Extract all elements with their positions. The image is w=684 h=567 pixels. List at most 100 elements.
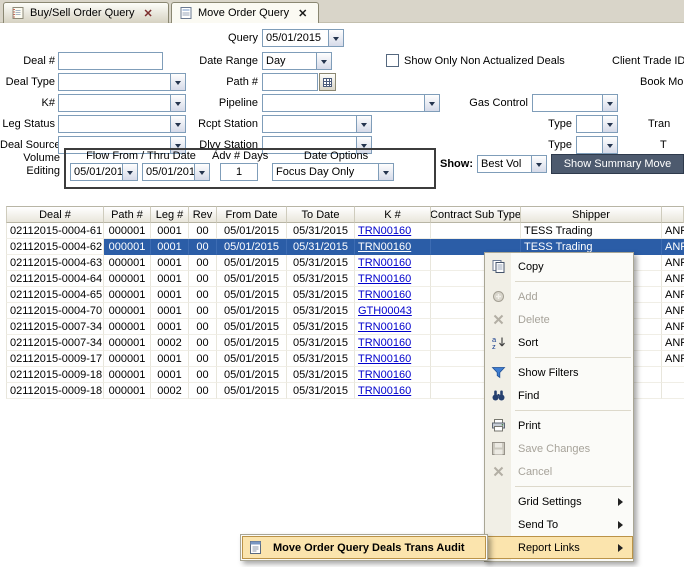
dropdown-arrow-icon[interactable]	[602, 137, 617, 153]
cell-rev[interactable]: 00	[189, 303, 217, 319]
leg-status-select[interactable]	[58, 115, 186, 133]
dlvy-type-select[interactable]	[576, 136, 618, 154]
cell-from[interactable]: 05/01/2015	[217, 287, 287, 303]
cell-rev[interactable]: 00	[189, 239, 217, 255]
cell-rev[interactable]: 00	[189, 383, 217, 399]
deal-type-select[interactable]	[58, 73, 186, 91]
cell-from[interactable]: 05/01/2015	[217, 223, 287, 239]
dropdown-arrow-icon[interactable]	[328, 30, 343, 46]
cell-last[interactable]: ANR	[662, 255, 684, 271]
menu-item-add[interactable]: Add	[485, 285, 633, 308]
cell-to[interactable]: 05/31/2015	[287, 319, 355, 335]
cell-last[interactable]: ANR	[662, 319, 684, 335]
show-only-non-actualized-checkbox[interactable]	[386, 54, 399, 67]
dropdown-arrow-icon[interactable]	[602, 95, 617, 111]
pipeline-select[interactable]	[262, 94, 440, 112]
dropdown-arrow-icon[interactable]	[356, 116, 371, 132]
submenu-item-move-order-query-deals-trans-audit[interactable]: Move Order Query Deals Trans Audit	[242, 536, 486, 559]
column-header-k[interactable]: K #	[355, 206, 431, 223]
cell-path[interactable]: 000001	[104, 319, 151, 335]
cell-rev[interactable]: 00	[189, 319, 217, 335]
column-header-to-date[interactable]: To Date	[287, 206, 355, 223]
dropdown-arrow-icon[interactable]	[194, 164, 209, 180]
cell-deal[interactable]: 02112015-0009-18	[6, 367, 104, 383]
date-range-select[interactable]: Day	[262, 52, 332, 70]
cell-k[interactable]: TRN00160	[355, 255, 431, 271]
menu-item-find[interactable]: Find	[485, 384, 633, 407]
cell-deal[interactable]: 02112015-0004-61	[6, 223, 104, 239]
cell-last[interactable]: ANR	[662, 223, 684, 239]
cell-deal[interactable]: 02112015-0004-62	[6, 239, 104, 255]
menu-item-print[interactable]: Print	[485, 414, 633, 437]
grid-row[interactable]: 02112015-0004-6100000100010005/01/201505…	[6, 223, 684, 239]
cell-last[interactable]: ANR	[662, 271, 684, 287]
show-summary-move-button[interactable]: Show Summary Move	[551, 154, 684, 174]
cell-rev[interactable]: 00	[189, 287, 217, 303]
cell-deal[interactable]: 02112015-0007-34	[6, 335, 104, 351]
menu-item-show-filters[interactable]: Show Filters	[485, 361, 633, 384]
cell-leg[interactable]: 0002	[151, 383, 189, 399]
cell-deal[interactable]: 02112015-0004-70	[6, 303, 104, 319]
flow-thru-date-select[interactable]: 05/01/2015	[142, 163, 210, 181]
cell-rev[interactable]: 00	[189, 223, 217, 239]
cell-to[interactable]: 05/31/2015	[287, 351, 355, 367]
cell-leg[interactable]: 0001	[151, 239, 189, 255]
column-header-path[interactable]: Path #	[104, 206, 151, 223]
cell-k[interactable]: TRN00160	[355, 367, 431, 383]
cell-k[interactable]: TRN00160	[355, 287, 431, 303]
column-header-contract-sub-type[interactable]: Contract Sub Type	[431, 206, 521, 223]
dropdown-arrow-icon[interactable]	[531, 156, 546, 172]
cell-sub[interactable]	[431, 223, 521, 239]
dropdown-arrow-icon[interactable]	[316, 53, 331, 69]
cell-k[interactable]: TRN00160	[355, 319, 431, 335]
cell-last[interactable]: ANR	[662, 351, 684, 367]
cell-path[interactable]: 000001	[104, 383, 151, 399]
cell-last[interactable]	[662, 367, 684, 383]
cell-last[interactable]: ANR	[662, 335, 684, 351]
tab-buy-sell-order-query[interactable]: Buy/Sell Order Query ✕	[3, 2, 169, 23]
cell-k[interactable]: TRN00160	[355, 351, 431, 367]
cell-k[interactable]: GTH00043	[355, 303, 431, 319]
cell-last[interactable]: ANR	[662, 287, 684, 303]
column-header-deal[interactable]: Deal #	[6, 206, 104, 223]
cell-from[interactable]: 05/01/2015	[217, 383, 287, 399]
cell-from[interactable]: 05/01/2015	[217, 351, 287, 367]
dropdown-arrow-icon[interactable]	[602, 116, 617, 132]
cell-rev[interactable]: 00	[189, 351, 217, 367]
menu-item-send-to[interactable]: Send To	[485, 513, 633, 536]
cell-rev[interactable]: 00	[189, 367, 217, 383]
column-header-from-date[interactable]: From Date	[217, 206, 287, 223]
cell-deal[interactable]: 02112015-0009-17	[6, 351, 104, 367]
cell-k[interactable]: TRN00160	[355, 271, 431, 287]
menu-item-save-changes[interactable]: Save Changes	[485, 437, 633, 460]
cell-last[interactable]	[662, 383, 684, 399]
menu-item-sort[interactable]: azSort	[485, 331, 633, 354]
cell-leg[interactable]: 0001	[151, 303, 189, 319]
cell-path[interactable]: 000001	[104, 335, 151, 351]
cell-leg[interactable]: 0001	[151, 255, 189, 271]
cell-from[interactable]: 05/01/2015	[217, 303, 287, 319]
cell-path[interactable]: 000001	[104, 255, 151, 271]
cell-last[interactable]: ANR	[662, 303, 684, 319]
gas-control-select[interactable]	[532, 94, 618, 112]
dropdown-arrow-icon[interactable]	[424, 95, 439, 111]
cell-to[interactable]: 05/31/2015	[287, 303, 355, 319]
deal-number-input[interactable]	[58, 52, 163, 70]
cell-path[interactable]: 000001	[104, 223, 151, 239]
dropdown-arrow-icon[interactable]	[378, 164, 393, 180]
menu-item-cancel[interactable]: Cancel	[485, 460, 633, 483]
cell-to[interactable]: 05/31/2015	[287, 255, 355, 271]
cell-k[interactable]: TRN00160	[355, 223, 431, 239]
column-header-spare[interactable]	[662, 206, 684, 223]
tab-close-icon[interactable]: ✕	[144, 7, 153, 20]
cell-from[interactable]: 05/01/2015	[217, 335, 287, 351]
cell-leg[interactable]: 0002	[151, 335, 189, 351]
cell-to[interactable]: 05/31/2015	[287, 223, 355, 239]
cell-path[interactable]: 000001	[104, 287, 151, 303]
cell-deal[interactable]: 02112015-0004-64	[6, 271, 104, 287]
menu-item-grid-settings[interactable]: Grid Settings	[485, 490, 633, 513]
column-header-rev[interactable]: Rev	[189, 206, 217, 223]
query-select[interactable]: 05/01/2015	[262, 29, 344, 47]
flow-from-date-select[interactable]: 05/01/2015	[70, 163, 138, 181]
cell-deal[interactable]: 02112015-0004-65	[6, 287, 104, 303]
